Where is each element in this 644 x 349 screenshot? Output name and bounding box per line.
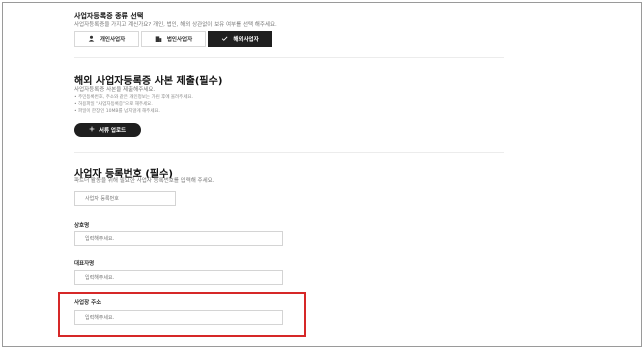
option-overseas-label: 해외사업자	[233, 37, 259, 43]
option-corporate-business[interactable]: 법인사업자	[141, 31, 206, 47]
number-section-subtitle: 파트너 활동을 위해 필요한 사업자 등록번호를 입력해 주세요.	[74, 178, 215, 184]
ceo-name-input[interactable]	[74, 270, 283, 285]
option-corporate-label: 법인사업자	[166, 37, 193, 43]
divider	[74, 57, 504, 58]
plus-icon	[89, 126, 95, 134]
option-overseas-business[interactable]: 해외사업자	[208, 31, 272, 47]
building-icon	[155, 35, 162, 44]
upload-button-label: 서류 업로드	[98, 128, 127, 134]
company-name-input[interactable]	[74, 231, 283, 246]
check-icon	[221, 35, 228, 44]
option-individual-label: 개인사업자	[99, 37, 126, 43]
address-highlight-box	[58, 292, 306, 337]
upload-document-button[interactable]: 서류 업로드	[74, 123, 141, 137]
copy-note-1: • 주민등록번호, 주소와 같은 개인정보는 가린 후에 올려주세요.	[74, 95, 194, 100]
type-section-subtitle: 사업자등록증을 가지고 계신가요? 개인, 법인, 해외 상관없이 보유 여부를…	[74, 22, 277, 28]
person-icon	[88, 35, 95, 44]
copy-note-2: • 허용파일 "사업자등록증"으로 해주세요.	[74, 102, 153, 107]
company-name-label: 상호명	[74, 223, 90, 229]
option-individual-business[interactable]: 개인사업자	[74, 31, 139, 47]
ceo-name-label: 대표자명	[74, 261, 95, 267]
divider	[74, 152, 504, 153]
copy-note-3: • 파일이 한장인 10MB를 넘지않게 해주세요.	[74, 109, 161, 114]
business-number-input[interactable]	[74, 191, 176, 206]
copy-section-subtitle: 사업자등록증 사본을 제출해주세요.	[74, 87, 156, 93]
